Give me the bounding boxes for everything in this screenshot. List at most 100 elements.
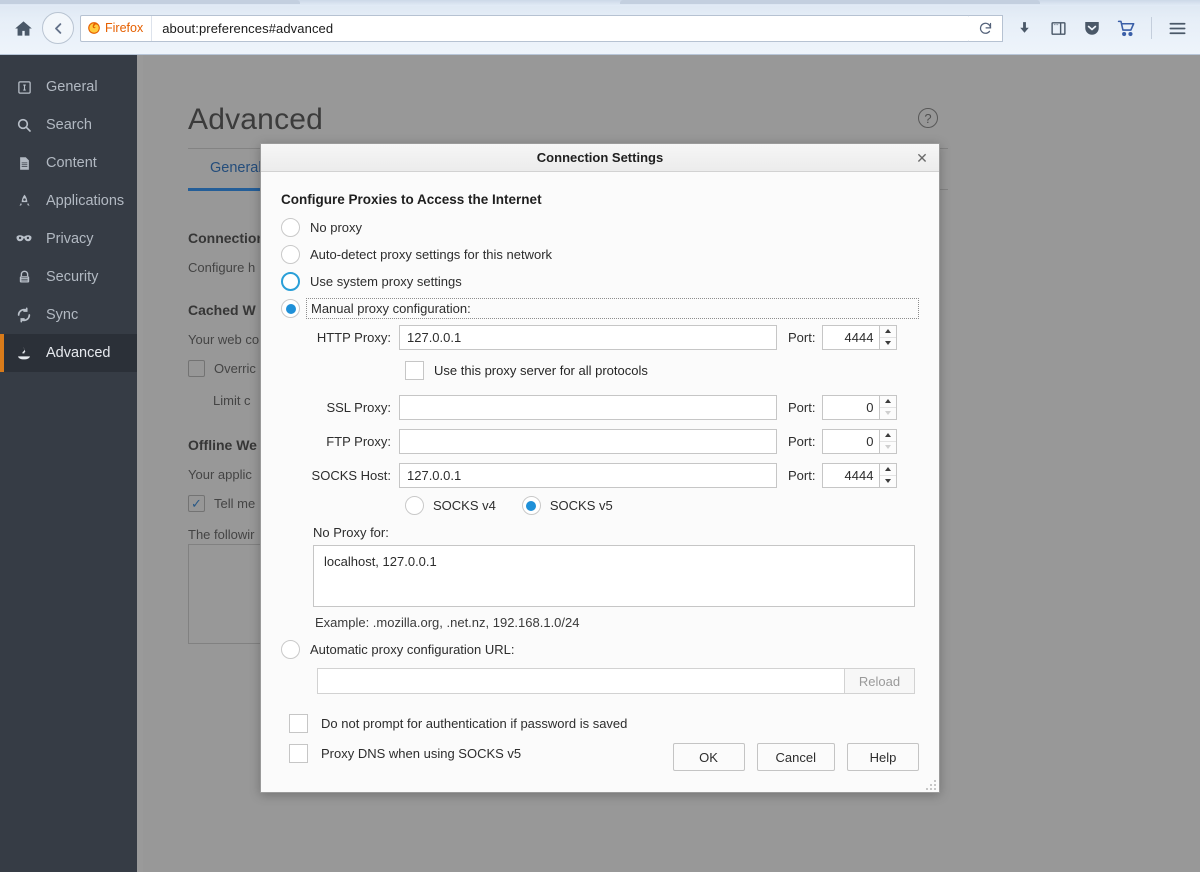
ok-button[interactable]: OK: [673, 743, 745, 771]
radio-automatic-pac[interactable]: Automatic proxy configuration URL:: [281, 636, 919, 663]
sidebar-item-label: Advanced: [46, 345, 111, 361]
radio-label: Auto-detect proxy settings for this netw…: [310, 247, 552, 262]
socks-host-input[interactable]: 127.0.0.1: [399, 463, 777, 488]
back-button[interactable]: [42, 12, 74, 44]
radio-label: No proxy: [310, 220, 362, 235]
radio-no-proxy[interactable]: No proxy: [281, 214, 919, 241]
spinner-up-icon[interactable]: [880, 326, 896, 337]
socks-port-stepper[interactable]: 4444: [822, 463, 897, 488]
spinner[interactable]: [880, 395, 897, 420]
ftp-port-stepper[interactable]: 0: [822, 429, 897, 454]
spinner-up-icon[interactable]: [880, 430, 896, 441]
pac-reload-button[interactable]: Reload: [845, 668, 915, 694]
search-icon: [14, 115, 34, 135]
spinner-down-icon: [880, 441, 896, 453]
http-port-stepper[interactable]: 4444: [822, 325, 897, 350]
dialog-titlebar: Connection Settings ✕: [261, 144, 939, 172]
sidebar-item-label: General: [46, 79, 98, 95]
radio-label: SOCKS v5: [550, 498, 613, 513]
home-icon[interactable]: [8, 13, 38, 43]
advanced-icon: [14, 343, 34, 363]
radio-socks-v4[interactable]: SOCKS v4: [405, 496, 496, 515]
ftp-port-input[interactable]: 0: [822, 429, 880, 454]
sidebar-item-search[interactable]: Search: [0, 106, 143, 144]
tab-ghost[interactable]: [0, 0, 300, 4]
sidebar-icon[interactable]: [1043, 13, 1073, 43]
manual-proxy-focus-ring: Manual proxy configuration:: [306, 298, 919, 319]
ssl-proxy-input[interactable]: [399, 395, 777, 420]
sidebar-item-general[interactable]: General: [0, 68, 143, 106]
ftp-proxy-label: FTP Proxy:: [281, 434, 399, 449]
spinner-down-icon[interactable]: [880, 337, 896, 349]
spinner-up-icon[interactable]: [880, 464, 896, 475]
spinner-down-icon[interactable]: [880, 475, 896, 487]
url-bar[interactable]: Firefox about:preferences#advanced: [80, 15, 970, 42]
cancel-button[interactable]: Cancel: [757, 743, 835, 771]
dialog-body: Configure Proxies to Access the Internet…: [261, 172, 939, 793]
no-proxy-textarea[interactable]: localhost, 127.0.0.1: [313, 545, 915, 607]
sidebar-item-label: Content: [46, 155, 97, 171]
radio-label: SOCKS v4: [433, 498, 496, 513]
ftp-port-label: Port:: [777, 434, 822, 449]
sidebar-item-advanced[interactable]: Advanced: [0, 334, 143, 372]
identity-box[interactable]: Firefox: [81, 16, 152, 41]
toolbar-separator: [1151, 17, 1152, 39]
connection-settings-dialog: Connection Settings ✕ Configure Proxies …: [260, 143, 940, 793]
socks-port-input[interactable]: 4444: [822, 463, 880, 488]
tab-ghost[interactable]: [620, 0, 1040, 4]
ftp-proxy-input[interactable]: [399, 429, 777, 454]
radio-auto-detect[interactable]: Auto-detect proxy settings for this netw…: [281, 241, 919, 268]
all-protocols-checkbox[interactable]: Use this proxy server for all protocols: [405, 356, 919, 384]
sidebar-item-label: Search: [46, 117, 92, 133]
radio-circle: [281, 640, 300, 659]
sidebar-item-privacy[interactable]: Privacy: [0, 220, 143, 258]
radio-circle: [522, 496, 541, 515]
checkbox-box: [289, 714, 308, 733]
sidebar-item-security[interactable]: Security: [0, 258, 143, 296]
pac-url-input[interactable]: [317, 668, 845, 694]
ssl-port-label: Port:: [777, 400, 822, 415]
close-icon[interactable]: ✕: [913, 149, 931, 167]
spinner[interactable]: [880, 325, 897, 350]
download-icon[interactable]: [1009, 13, 1039, 43]
radio-circle: [281, 299, 300, 318]
socks-host-label: SOCKS Host:: [281, 468, 399, 483]
url-text[interactable]: about:preferences#advanced: [152, 21, 333, 36]
spinner-up-icon[interactable]: [880, 396, 896, 407]
http-port-input[interactable]: 4444: [822, 325, 880, 350]
toolbar-right-group: [1009, 13, 1192, 43]
radio-use-system-proxy[interactable]: Use system proxy settings: [281, 268, 919, 295]
cart-icon[interactable]: [1111, 13, 1141, 43]
http-proxy-label: HTTP Proxy:: [281, 330, 399, 345]
spinner[interactable]: [880, 463, 897, 488]
firefox-brand-label: Firefox: [105, 21, 143, 35]
content-icon: [14, 153, 34, 173]
socks-version-group: SOCKS v4 SOCKS v5: [405, 496, 919, 515]
help-button[interactable]: Help: [847, 743, 919, 771]
no-proxy-label: No Proxy for:: [313, 525, 919, 540]
pocket-icon[interactable]: [1077, 13, 1107, 43]
dialog-button-row: OK Cancel Help: [673, 743, 919, 771]
resize-grip[interactable]: [924, 778, 936, 790]
do-not-prompt-checkbox[interactable]: Do not prompt for authentication if pass…: [289, 708, 919, 738]
dialog-title: Connection Settings: [537, 150, 663, 165]
proxy-dns-label: Proxy DNS when using SOCKS v5: [321, 746, 521, 761]
reload-icon[interactable]: [969, 15, 1003, 42]
radio-socks-v5[interactable]: SOCKS v5: [522, 496, 613, 515]
hamburger-menu-icon[interactable]: [1162, 13, 1192, 43]
spinner[interactable]: [880, 429, 897, 454]
ssl-port-input[interactable]: 0: [822, 395, 880, 420]
sidebar-item-sync[interactable]: Sync: [0, 296, 143, 334]
field-row-http-proxy: HTTP Proxy: 127.0.0.1 Port: 4444: [281, 322, 919, 352]
no-proxy-example-text: Example: .mozilla.org, .net.nz, 192.168.…: [315, 615, 919, 630]
sidebar-item-applications[interactable]: Applications: [0, 182, 143, 220]
radio-manual-proxy[interactable]: Manual proxy configuration:: [281, 295, 919, 322]
radio-circle: [281, 245, 300, 264]
sidebar-item-content[interactable]: Content: [0, 144, 143, 182]
do-not-prompt-label: Do not prompt for authentication if pass…: [321, 716, 627, 731]
radio-label: Automatic proxy configuration URL:: [310, 642, 514, 657]
sidebar-item-label: Applications: [46, 193, 124, 209]
http-proxy-input[interactable]: 127.0.0.1: [399, 325, 777, 350]
sidebar-item-label: Privacy: [46, 231, 94, 247]
ssl-port-stepper[interactable]: 0: [822, 395, 897, 420]
